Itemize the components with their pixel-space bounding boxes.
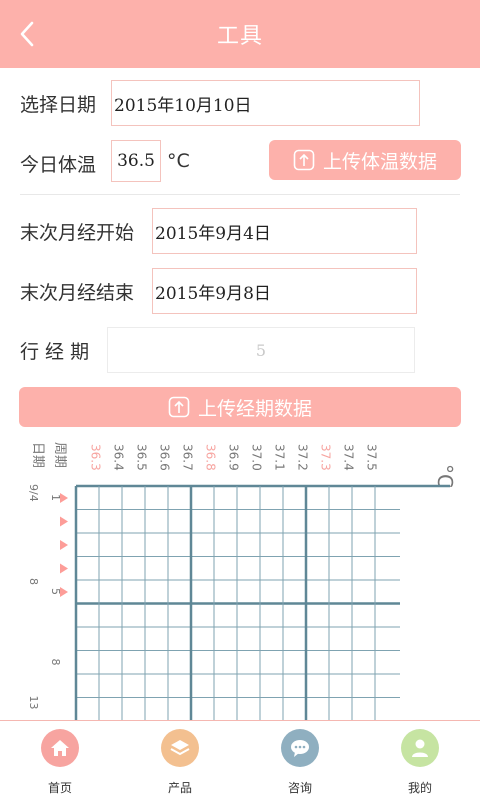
tab-products[interactable]: 产品 bbox=[140, 729, 220, 796]
period-marker bbox=[60, 516, 68, 527]
date-field[interactable]: 2015年10月10日 bbox=[111, 80, 420, 126]
temp-tick-label: 37.2 bbox=[296, 444, 310, 471]
temp-tick-label: 37.5 bbox=[365, 444, 379, 471]
temp-tick-label: 36.3 bbox=[89, 444, 103, 471]
temp-tick-label: 36.6 bbox=[158, 444, 172, 471]
last-start-label: 末次月经开始 bbox=[20, 222, 135, 244]
week-header: 周期 bbox=[52, 442, 67, 468]
temp-tick-label: 37.3 bbox=[319, 444, 333, 471]
temperature-chart: 36.3 36.4 36.5 36.6 36.7 36.8 36.9 37.0 37.1 37.2… bbox=[0, 436, 480, 720]
bottom-tab-bar: 首页 产品 咨询 我的 bbox=[0, 720, 480, 800]
date-label: 选择日期 bbox=[20, 94, 97, 116]
upload-icon bbox=[168, 396, 190, 418]
period-marker bbox=[60, 587, 68, 597]
temp-tick-label: 36.4 bbox=[112, 444, 126, 471]
temp-unit-label: °C bbox=[433, 464, 457, 488]
upload-icon bbox=[293, 149, 315, 171]
date-label: 8 bbox=[27, 578, 40, 585]
temp-tick-label: 37.0 bbox=[250, 444, 264, 471]
temp-tick-label: 36.7 bbox=[181, 444, 195, 471]
period-length-input[interactable]: 5 bbox=[107, 327, 415, 373]
date-label: 9/4 bbox=[27, 484, 40, 502]
period-marker bbox=[60, 540, 68, 550]
home-icon bbox=[41, 729, 79, 767]
last-start-field[interactable]: 2015年9月4日 bbox=[152, 208, 417, 254]
upload-period-button[interactable]: 上传经期数据 bbox=[19, 387, 461, 427]
temp-tick-label: 37.4 bbox=[342, 444, 356, 471]
period-length-label: 行 经 期 bbox=[20, 341, 90, 363]
tab-home[interactable]: 首页 bbox=[20, 729, 100, 796]
tab-consult[interactable]: 咨询 bbox=[260, 729, 340, 796]
section-divider bbox=[20, 194, 460, 195]
temp-tick-label: 37.1 bbox=[273, 444, 287, 471]
temp-input[interactable]: 36.5 bbox=[111, 140, 161, 182]
period-marker bbox=[60, 563, 68, 574]
date-header: 日期 bbox=[30, 442, 45, 468]
temp-unit: °C bbox=[167, 150, 190, 172]
last-end-field[interactable]: 2015年9月8日 bbox=[152, 268, 417, 314]
upload-period-label: 上传经期数据 bbox=[197, 397, 312, 420]
tab-home-label: 首页 bbox=[47, 781, 72, 795]
temperature-grid: 36.3 36.4 36.5 36.6 36.7 36.8 36.9 37.0 37.1 37.2… bbox=[27, 442, 457, 720]
user-icon bbox=[401, 729, 439, 767]
chat-icon bbox=[281, 729, 319, 767]
last-end-label: 末次月经结束 bbox=[20, 282, 135, 304]
layers-icon bbox=[161, 729, 199, 767]
date-label: 13 bbox=[27, 696, 40, 710]
temp-tick-label: 36.8 bbox=[204, 444, 218, 471]
tab-products-label: 产品 bbox=[167, 781, 192, 795]
tab-consult-label: 咨询 bbox=[287, 781, 312, 795]
period-marker bbox=[60, 493, 68, 503]
tab-mine-label: 我的 bbox=[407, 781, 432, 795]
upload-temp-button[interactable]: 上传体温数据 bbox=[269, 140, 461, 180]
app-header: 工具 bbox=[0, 0, 480, 68]
day-label: 8 bbox=[49, 659, 62, 666]
temp-tick-label: 36.9 bbox=[227, 444, 241, 471]
upload-temp-label: 上传体温数据 bbox=[322, 150, 437, 173]
page-title: 工具 bbox=[216, 24, 263, 49]
tab-mine[interactable]: 我的 bbox=[380, 729, 460, 796]
temp-tick-label: 36.5 bbox=[135, 444, 149, 471]
temp-label: 今日体温 bbox=[20, 154, 97, 176]
